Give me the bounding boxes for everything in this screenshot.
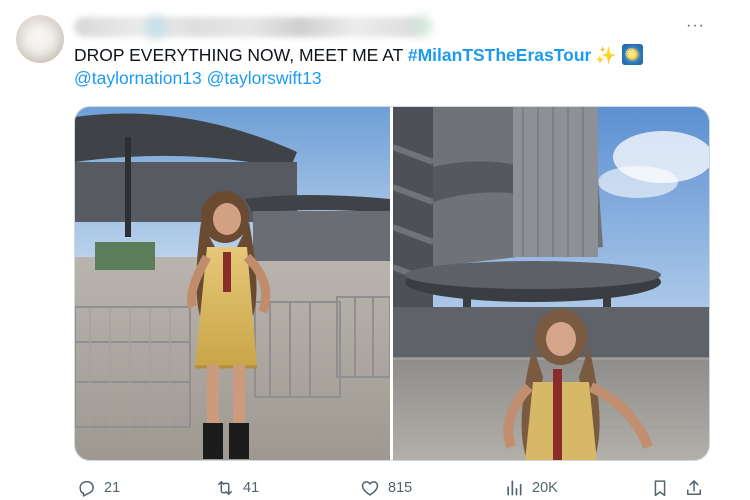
tweet-card: ··· DROP EVERYTHING NOW, MEET ME AT #Mil…: [0, 0, 750, 500]
like-count: 815: [388, 480, 413, 496]
fireworks-icon: [621, 44, 643, 66]
author-name-redacted: [74, 15, 432, 39]
hashtag-link[interactable]: #MilanTSTheErasTour: [408, 45, 591, 65]
sparkles-icon: ✨: [595, 46, 617, 65]
photo-left[interactable]: [75, 107, 390, 460]
action-bar: 21 41 815 20K: [74, 476, 710, 500]
reply-count: 21: [104, 480, 121, 496]
repost-count: 41: [243, 480, 260, 496]
photo-woman-stadium-icon: [393, 107, 709, 460]
views-button[interactable]: 20K: [504, 476, 558, 500]
tweet-text-body: DROP EVERYTHING NOW, MEET ME AT: [74, 45, 408, 65]
reply-button[interactable]: 21: [76, 476, 120, 500]
tweet-mentions: @taylornation13 @taylorswift13: [74, 67, 322, 89]
share-icon: [687, 480, 701, 495]
like-button[interactable]: 815: [360, 476, 412, 500]
repost-icon: [218, 481, 232, 495]
bookmark-icon: [654, 480, 666, 497]
mention-link-taylorswift13[interactable]: @taylorswift13: [207, 68, 322, 88]
bookmark-button[interactable]: [650, 476, 670, 500]
photo-woman-fringe-dress-icon: [75, 107, 390, 460]
media-grid: [74, 106, 710, 461]
redacted-blur-mark: [144, 15, 168, 39]
share-button[interactable]: [684, 476, 704, 500]
views-count: 20K: [532, 480, 558, 496]
avatar[interactable]: [16, 15, 64, 63]
heart-icon: [361, 481, 379, 496]
redacted-blur-mark: [412, 15, 432, 37]
reply-icon: [79, 481, 94, 497]
photo-right[interactable]: [393, 107, 709, 460]
mention-link-taylornation13[interactable]: @taylornation13: [74, 68, 202, 88]
more-options-button[interactable]: ···: [686, 18, 705, 34]
tweet-text: DROP EVERYTHING NOW, MEET ME AT #MilanTS…: [74, 44, 643, 67]
repost-button[interactable]: 41: [215, 476, 259, 500]
views-icon: [507, 480, 522, 496]
